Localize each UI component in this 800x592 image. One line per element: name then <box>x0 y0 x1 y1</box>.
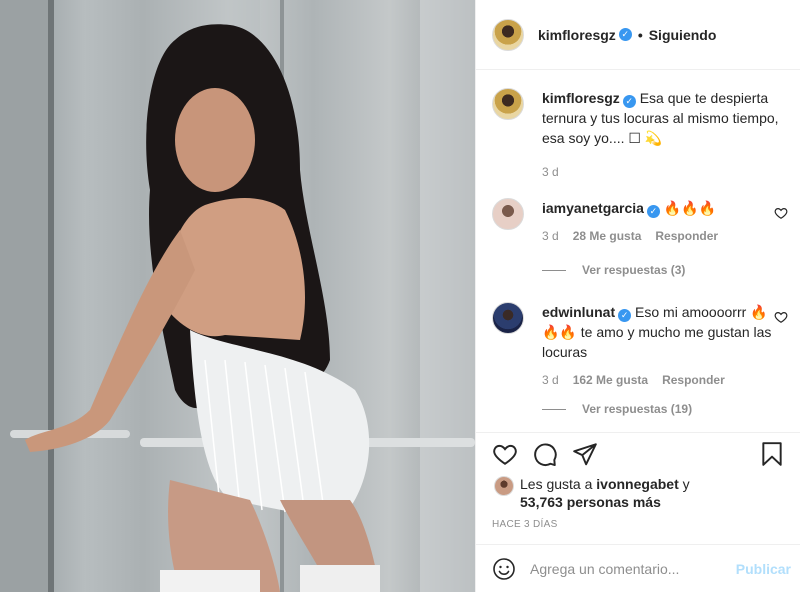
likes-prefix: Les gusta a <box>520 476 597 492</box>
comment-input[interactable] <box>530 560 730 577</box>
verified-badge-icon: ✓ <box>622 95 636 108</box>
commenter-avatar[interactable] <box>492 198 524 230</box>
post-sidebar: kimfloresgz ✓ • Siguiendo kimfloresgz ✓ E… <box>475 0 800 592</box>
comment-text: 🔥🔥🔥 <box>663 200 717 216</box>
comment-timestamp[interactable]: 3 d <box>542 226 559 246</box>
action-icons <box>492 441 785 469</box>
reply-button[interactable]: Responder <box>662 370 725 390</box>
verified-badge-icon: ✓ <box>618 28 632 41</box>
photo-illustration <box>0 0 475 592</box>
author-avatar[interactable] <box>492 18 524 51</box>
view-replies-label: Ver respuestas (19) <box>582 402 693 416</box>
post-timestamp[interactable]: HACE 3 DÍAS <box>492 519 558 530</box>
likes-suffix: y <box>678 476 690 492</box>
bookmark-icon[interactable] <box>759 441 785 467</box>
commenter-username[interactable]: edwinlunat <box>542 304 615 320</box>
post-caption: kimfloresgz ✓ Esa que te despierta ternur… <box>492 88 792 182</box>
heart-icon[interactable] <box>492 441 518 467</box>
verified-badge-icon: ✓ <box>618 309 632 322</box>
likes-summary: Les gusta a ivonnegabet y 53,763 persona… <box>494 475 760 511</box>
author-username[interactable]: kimfloresgz <box>538 27 616 43</box>
comment-item: edwinlunat ✓ Eso mi amoooorrr 🔥🔥🔥 te amo … <box>492 302 792 390</box>
comment-body: edwinlunat ✓ Eso mi amoooorrr 🔥🔥🔥 te amo … <box>542 302 777 390</box>
liker-username[interactable]: ivonnegabet <box>596 476 678 492</box>
comment-timestamp[interactable]: 3 d <box>542 370 559 390</box>
replies-divider <box>542 269 566 271</box>
view-replies-label: Ver respuestas (3) <box>582 263 686 277</box>
smiley-icon[interactable] <box>492 557 516 581</box>
caption-body: kimfloresgz ✓ Esa que te despierta ternur… <box>542 88 792 182</box>
comment-heart-icon[interactable] <box>774 310 788 324</box>
caption-timestamp[interactable]: 3 d <box>542 162 792 182</box>
comment-body: iamyanetgarcia ✓ 🔥🔥🔥 3 d 28 Me gusta Resp… <box>542 198 777 246</box>
commenter-username[interactable]: iamyanetgarcia <box>542 200 644 216</box>
comment-meta: 3 d 28 Me gusta Responder <box>542 226 777 246</box>
comment-like-count[interactable]: 162 Me gusta <box>573 370 648 390</box>
separator-dot: • <box>637 26 643 43</box>
comments-list[interactable]: kimfloresgz ✓ Esa que te despierta ternur… <box>476 70 800 432</box>
following-button[interactable]: Siguiendo <box>649 27 717 43</box>
share-icon[interactable] <box>572 441 598 467</box>
comment-like-count[interactable]: 28 Me gusta <box>573 226 642 246</box>
post-modal: kimfloresgz ✓ • Siguiendo kimfloresgz ✓ E… <box>0 0 800 592</box>
comment-item: iamyanetgarcia ✓ 🔥🔥🔥 3 d 28 Me gusta Resp… <box>492 198 792 246</box>
post-photo[interactable] <box>0 0 475 592</box>
likes-text: Les gusta a ivonnegabet y 53,763 persona… <box>520 475 760 511</box>
verified-badge-icon: ✓ <box>646 205 660 218</box>
add-comment-bar: Publicar <box>476 544 800 592</box>
comment-heart-icon[interactable] <box>774 206 788 220</box>
replies-divider <box>542 408 566 410</box>
likes-count[interactable]: 53,763 personas más <box>520 494 661 510</box>
comment-icon[interactable] <box>532 441 558 467</box>
publish-button[interactable]: Publicar <box>736 561 791 577</box>
view-replies-button[interactable]: Ver respuestas (19) <box>542 402 692 416</box>
reply-button[interactable]: Responder <box>655 226 718 246</box>
commenter-avatar[interactable] <box>492 302 524 334</box>
view-replies-button[interactable]: Ver respuestas (3) <box>542 263 685 277</box>
comment-meta: 3 d 162 Me gusta Responder <box>542 370 777 390</box>
post-actions: Les gusta a ivonnegabet y 53,763 persona… <box>476 432 800 544</box>
post-header: kimfloresgz ✓ • Siguiendo <box>476 0 800 70</box>
caption-avatar[interactable] <box>492 88 524 120</box>
caption-username[interactable]: kimfloresgz <box>542 90 620 106</box>
liker-avatar[interactable] <box>494 476 514 496</box>
